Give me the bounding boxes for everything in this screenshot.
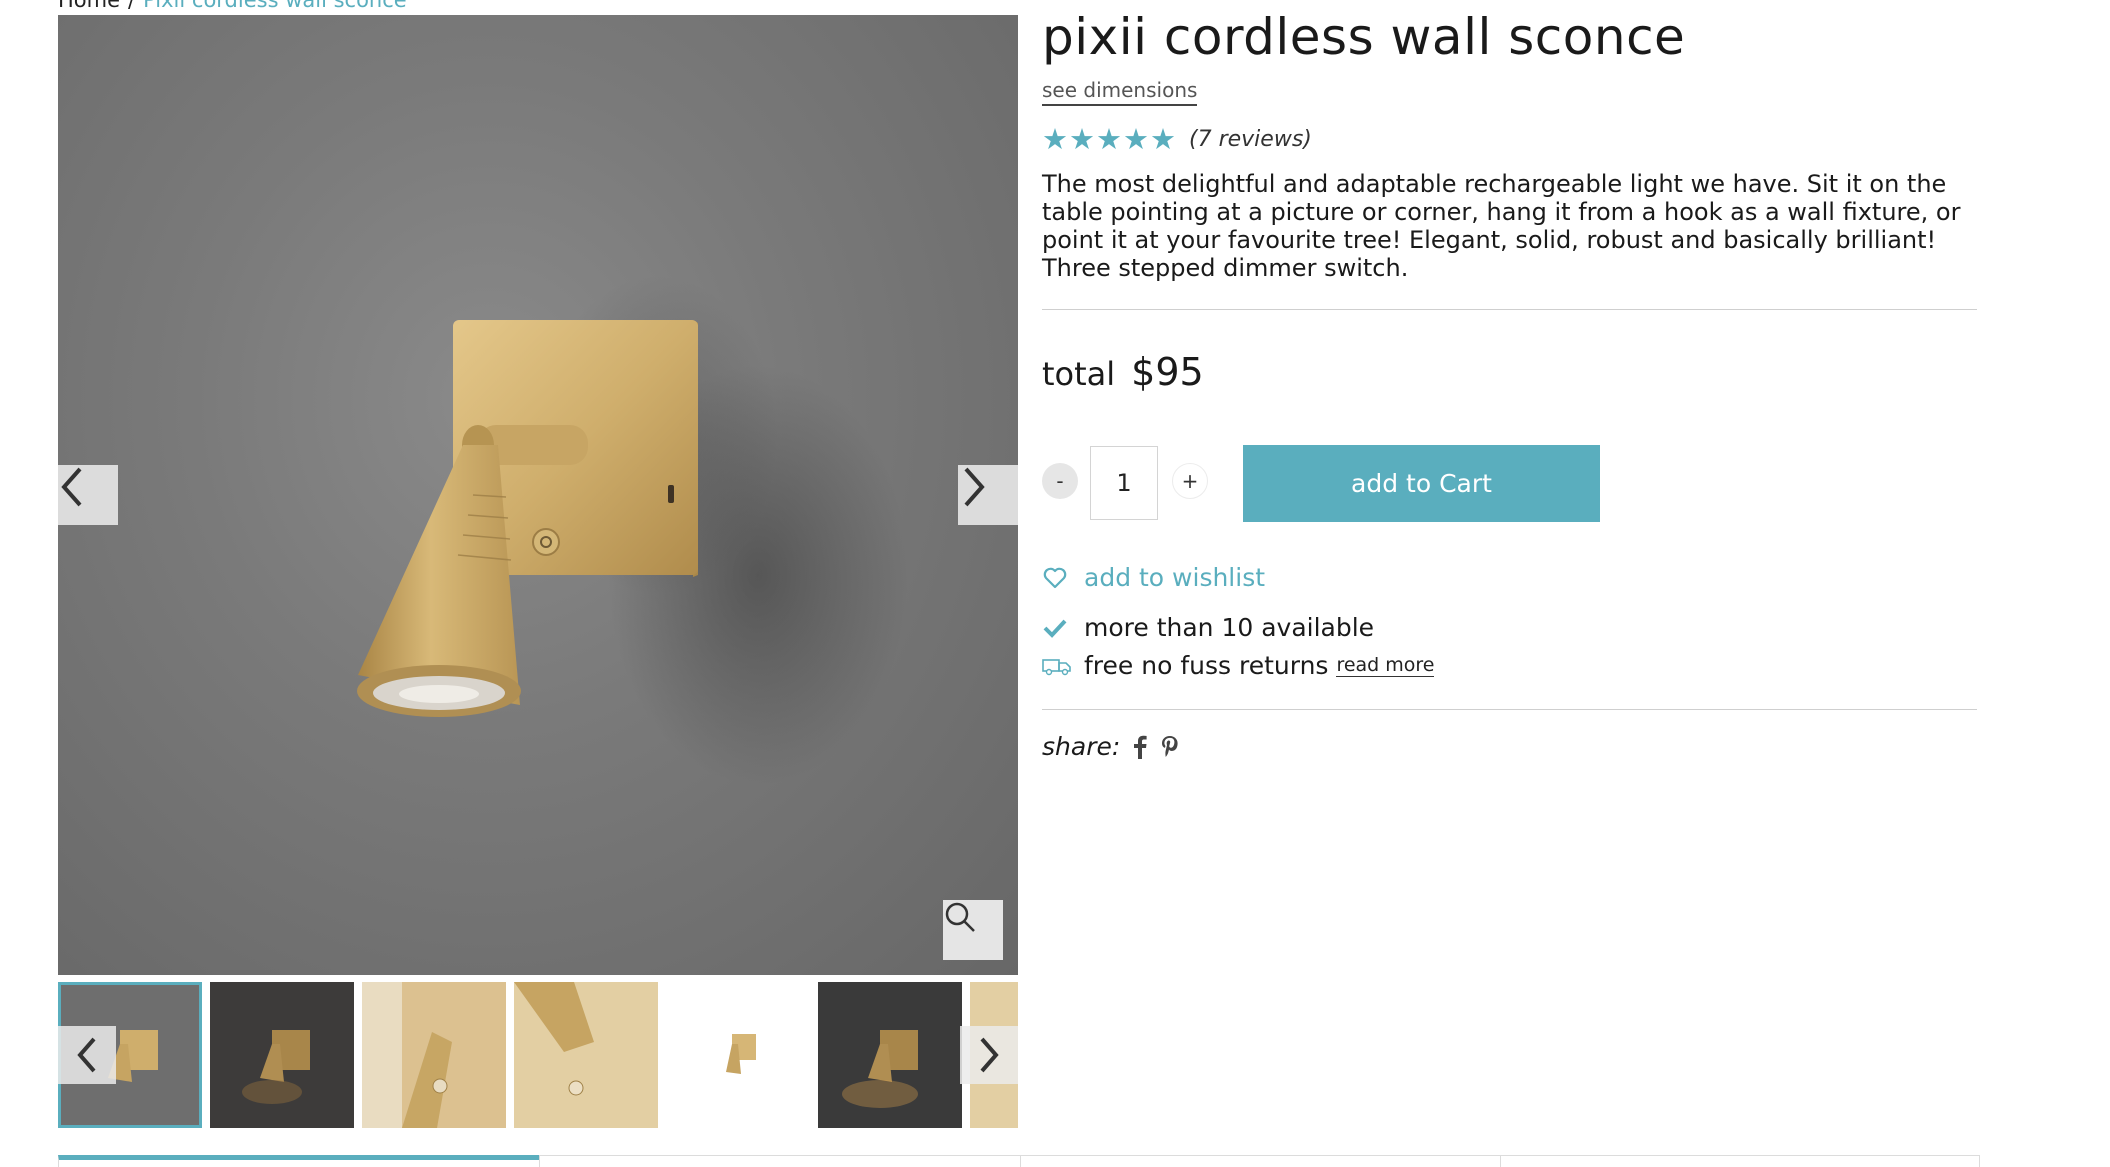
tab-3[interactable] xyxy=(1020,1155,1500,1167)
check-icon xyxy=(1043,619,1067,638)
add-to-cart-button[interactable]: add to Cart xyxy=(1243,445,1600,522)
chevron-left-icon xyxy=(61,467,82,507)
tab-4[interactable] xyxy=(1500,1155,1980,1167)
thumbs-next-button[interactable] xyxy=(960,1026,1018,1084)
thumbnail-2[interactable] xyxy=(210,982,354,1128)
thumbnail-6[interactable] xyxy=(818,982,962,1128)
prev-image-button[interactable] xyxy=(58,465,118,525)
product-description: The most delightful and adaptable rechar… xyxy=(1042,170,1961,282)
chevron-right-icon xyxy=(964,467,985,507)
thumbnail-image xyxy=(402,982,506,1128)
thumbnail-5[interactable] xyxy=(666,982,810,1128)
search-icon xyxy=(945,902,975,932)
breadcrumb-home[interactable]: Home xyxy=(58,0,120,12)
availability-label: more than 10 available xyxy=(1084,613,1375,642)
truck-icon xyxy=(1042,658,1071,675)
price-block: total $95 xyxy=(1042,350,1204,394)
chevron-left-icon xyxy=(77,1037,96,1073)
pinterest-share-button[interactable] xyxy=(1160,734,1180,760)
share-label: share: xyxy=(1042,732,1121,761)
tab-1[interactable] xyxy=(58,1155,539,1167)
reviews-link[interactable]: (7 reviews) xyxy=(1189,127,1312,152)
quantity-decrease-button[interactable]: - xyxy=(1042,463,1078,499)
see-dimensions-link[interactable]: see dimensions xyxy=(1042,78,1198,106)
read-more-link[interactable]: read more xyxy=(1336,654,1435,677)
thumbnail-4[interactable] xyxy=(514,982,658,1128)
pinterest-icon xyxy=(1162,735,1178,757)
quantity-increase-button[interactable]: + xyxy=(1172,463,1208,499)
rating-stars: ★★★★★ xyxy=(1042,122,1177,156)
zoom-button[interactable] xyxy=(943,900,1003,960)
thumbnail-image xyxy=(242,1030,310,1104)
thumbnail-image xyxy=(726,1034,756,1074)
product-rating: ★★★★★ (7 reviews) xyxy=(1042,122,1312,156)
share-block: share: xyxy=(1042,732,1180,761)
breadcrumb-separator: / xyxy=(128,0,136,12)
thumbnail-3[interactable] xyxy=(362,982,506,1128)
facebook-share-button[interactable] xyxy=(1132,734,1148,760)
divider xyxy=(1042,709,1977,710)
returns-label: free no fuss returns xyxy=(1084,651,1329,680)
breadcrumb: Home / Pixii cordless wall sconce xyxy=(58,0,407,12)
heart-icon xyxy=(1043,567,1067,588)
tab-2[interactable] xyxy=(539,1155,1020,1167)
returns-info: free no fuss returns read more xyxy=(1042,651,1435,680)
thumbnail-image xyxy=(514,982,594,1096)
next-image-button[interactable] xyxy=(958,465,1018,525)
tabs-strip xyxy=(58,1155,1980,1167)
main-product-image[interactable] xyxy=(58,15,1018,975)
breadcrumb-current[interactable]: Pixii cordless wall sconce xyxy=(143,0,407,12)
price: $95 xyxy=(1131,350,1204,394)
thumbnail-image xyxy=(842,1030,918,1108)
quantity-input[interactable] xyxy=(1090,446,1158,520)
facebook-icon xyxy=(1134,735,1147,759)
total-label: total xyxy=(1042,355,1116,393)
sconce-illustration xyxy=(357,275,908,785)
wishlist-label: add to wishlist xyxy=(1084,563,1266,592)
divider xyxy=(1042,309,1977,310)
chevron-right-icon xyxy=(980,1037,999,1073)
product-title: pixii cordless wall sconce xyxy=(1042,8,1686,66)
availability-status: more than 10 available xyxy=(1042,613,1374,642)
add-to-wishlist-link[interactable]: add to wishlist xyxy=(1042,563,1265,592)
thumbnail-strip xyxy=(58,982,1018,1130)
thumbs-prev-button[interactable] xyxy=(58,1026,116,1084)
